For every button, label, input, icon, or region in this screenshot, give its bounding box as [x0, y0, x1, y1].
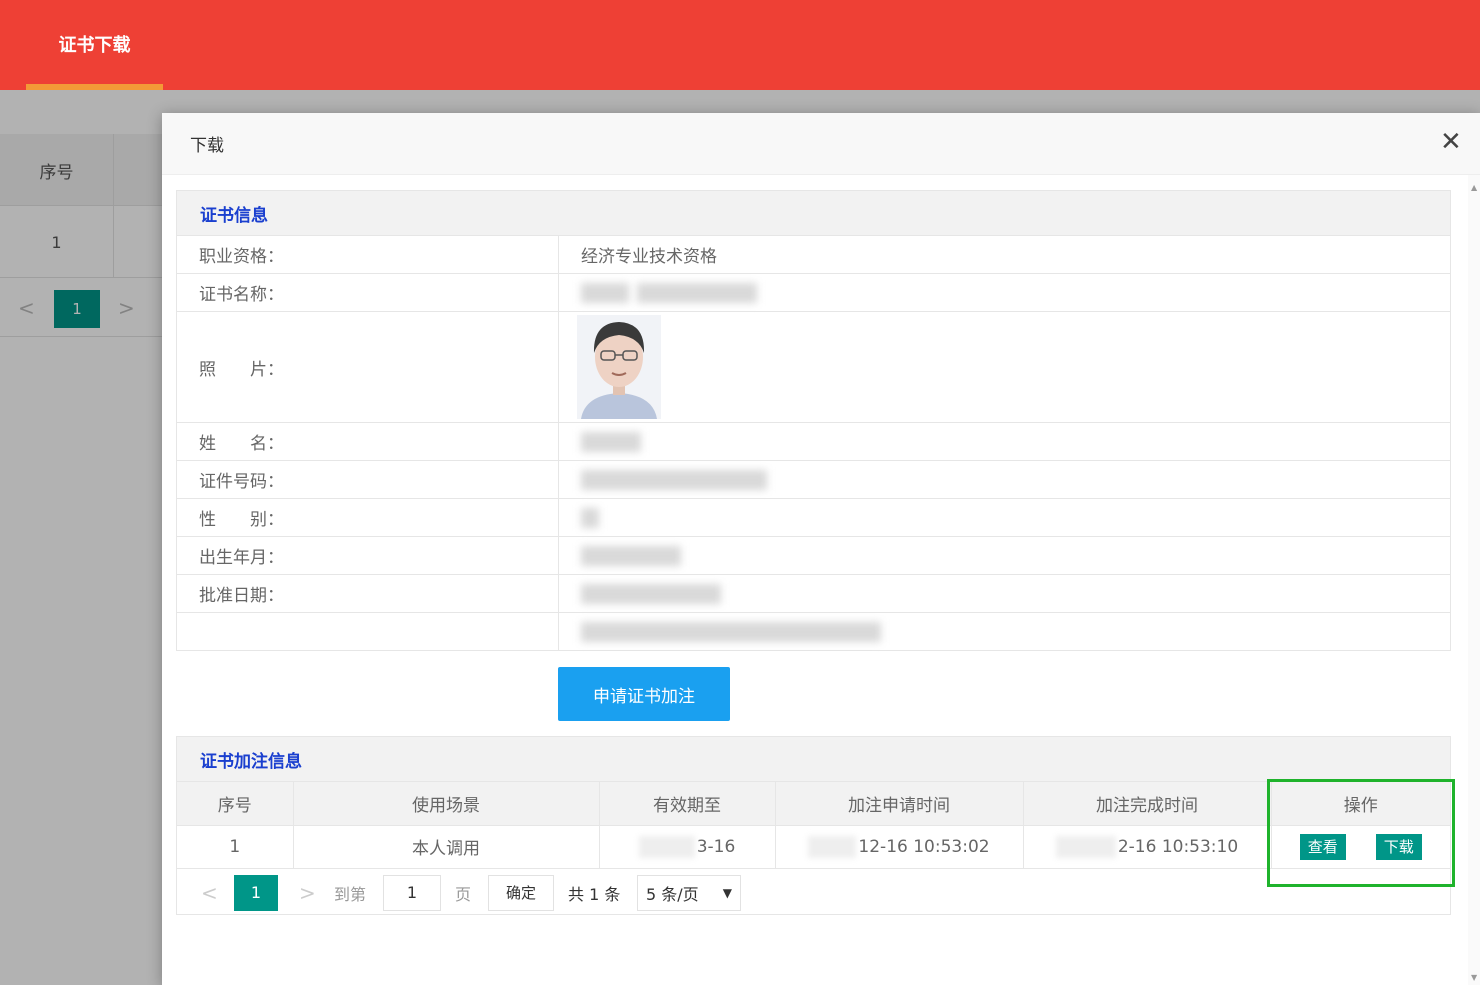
info-value-photo [559, 312, 1450, 422]
redacted-block [638, 835, 695, 858]
portrait-photo [577, 315, 661, 419]
info-row-birth: 出生年月： [177, 536, 1450, 574]
info-row-gender: 性 别： [177, 498, 1450, 536]
redacted-block [581, 507, 599, 528]
pager-total: 共 1 条 [568, 884, 621, 904]
info-value-redacted [559, 537, 1450, 574]
redacted-block [581, 583, 721, 604]
info-row-cert-name: 证书名称： [177, 273, 1450, 311]
info-label: 照 片： [177, 312, 559, 422]
info-row-name: 姓 名： [177, 422, 1450, 460]
pager-size-value: 5 条/页 [646, 884, 699, 904]
cell-apply-time: 12-16 10:53:02 [775, 825, 1024, 868]
info-label: 证件号码： [177, 461, 559, 498]
top-bar: 证书下载 [0, 0, 1480, 90]
section-heading: 证书加注信息 [177, 737, 1450, 781]
redacted-block [808, 835, 857, 858]
apply-annotation-button[interactable]: 申请证书加注 [558, 667, 730, 721]
table-header-row: 序号 使用场景 有效期至 加注申请时间 加注完成时间 操作 [177, 781, 1450, 826]
redacted-block [1055, 835, 1116, 858]
info-value-redacted [559, 461, 1450, 498]
modal-header: 下载 ✕ [162, 113, 1480, 175]
column-header: 序号 [177, 781, 294, 826]
info-row-id-number: 证件号码： [177, 460, 1450, 498]
redacted-block [581, 431, 641, 452]
download-modal: 下载 ✕ ▲ ▼ 证书信息 职业资格： 经济专业技术资格 证书名称： 照 片： [162, 113, 1480, 985]
column-header: 加注完成时间 [1023, 781, 1272, 826]
annotation-table: 序号 使用场景 有效期至 加注申请时间 加注完成时间 操作 1 本人调用 3-1… [177, 781, 1450, 868]
info-value-redacted [559, 613, 1450, 650]
info-value-redacted [559, 499, 1450, 536]
column-header: 使用场景 [293, 781, 600, 826]
pager-confirm-button[interactable]: 确定 [488, 874, 554, 911]
annotation-info-section: 证书加注信息 序号 使用场景 有效期至 加注申请时间 加注完成时间 操作 1 本… [176, 736, 1451, 915]
info-label: 性 别： [177, 499, 559, 536]
modal-scrollbar[interactable] [1468, 175, 1480, 985]
info-value-redacted [559, 274, 1450, 311]
info-value-redacted [559, 575, 1450, 612]
certificate-info-section: 证书信息 职业资格： 经济专业技术资格 证书名称： 照 片： 姓 名： 证件号码… [176, 190, 1451, 651]
pager-goto-input[interactable] [383, 874, 441, 911]
info-label: 职业资格： [177, 236, 559, 273]
info-row-qualification: 职业资格： 经济专业技术资格 [177, 235, 1450, 273]
info-label: 姓 名： [177, 423, 559, 460]
pager-page-label: 页 [455, 884, 472, 904]
redacted-block [637, 282, 757, 303]
pager-next-icon[interactable]: > [299, 875, 316, 911]
info-row-photo: 照 片： [177, 311, 1450, 422]
cell-done-time: 2-16 10:53:10 [1023, 825, 1272, 868]
pager-size-select[interactable]: 5 条/页 ▼ [637, 874, 741, 911]
tab-certificate-download[interactable]: 证书下载 [26, 0, 163, 90]
info-label [177, 613, 559, 650]
highlight-annotation-box [1267, 779, 1455, 887]
info-label: 出生年月： [177, 537, 559, 574]
pager-goto-label: 到第 [334, 884, 367, 904]
info-row-approval-date: 批准日期： [177, 574, 1450, 612]
redacted-block [581, 282, 629, 303]
pager-prev-icon[interactable]: < [201, 875, 218, 911]
info-value-redacted [559, 423, 1450, 460]
modal-title: 下载 [190, 136, 224, 156]
pager-current-page[interactable]: 1 [234, 874, 278, 911]
scroll-up-arrow-icon[interactable]: ▲ [1471, 183, 1477, 192]
cell-index: 1 [177, 825, 294, 868]
done-time-text: 2-16 10:53:10 [1117, 836, 1239, 857]
scroll-down-arrow-icon[interactable]: ▼ [1471, 973, 1477, 982]
info-value: 经济专业技术资格 [581, 247, 717, 267]
column-header: 有效期至 [599, 781, 776, 826]
table-row: 1 本人调用 3-16 12-16 10:53:02 2-16 10:53:10… [177, 825, 1450, 868]
apply-time-text: 12-16 10:53:02 [858, 836, 990, 857]
redacted-block [581, 469, 767, 490]
cell-valid-until: 3-16 [599, 825, 776, 868]
info-row-issuer [177, 612, 1450, 650]
section-heading: 证书信息 [177, 191, 1450, 235]
info-label: 证书名称： [177, 274, 559, 311]
annotation-pager: < 1 > 到第 页 确定 共 1 条 5 条/页 ▼ [177, 867, 1450, 914]
redacted-block [581, 545, 681, 566]
column-header: 加注申请时间 [775, 781, 1024, 826]
close-icon[interactable]: ✕ [1440, 129, 1462, 155]
redacted-block [581, 621, 881, 642]
chevron-down-icon: ▼ [722, 885, 732, 900]
info-label: 批准日期： [177, 575, 559, 612]
cell-scene: 本人调用 [293, 825, 600, 868]
valid-until-text: 3-16 [696, 836, 736, 857]
